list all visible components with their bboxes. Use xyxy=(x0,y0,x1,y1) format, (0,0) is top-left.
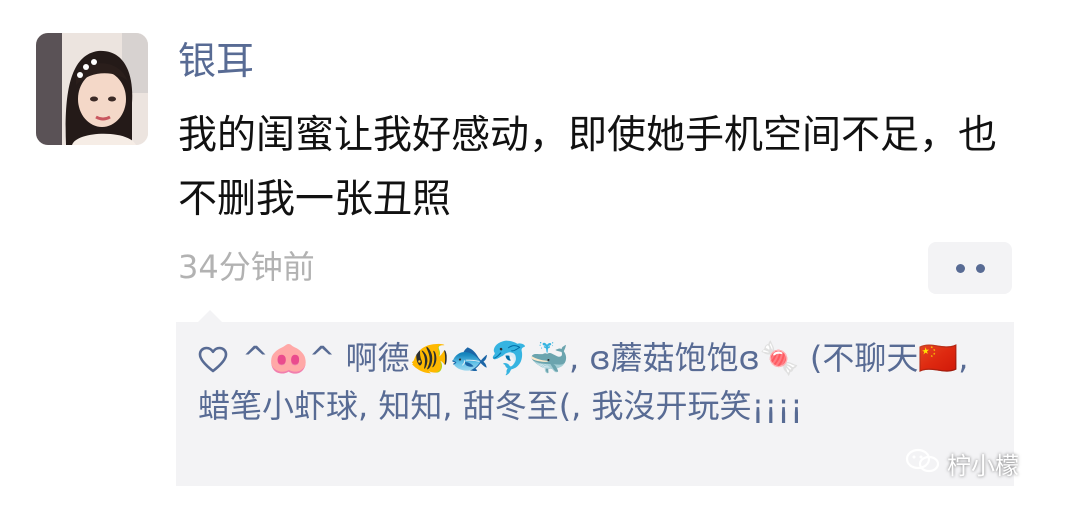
likes-names[interactable]: ^🐽^ 啊德🐠🐟🐬🐳, ɞ蘑菇饱饱ɞ🍬 (不聊天🇨🇳, 蜡笔小虾球, 知知, 甜… xyxy=(198,339,968,425)
more-dots-icon xyxy=(956,264,965,273)
heart-outline-icon xyxy=(198,346,228,374)
likes-content: ^🐽^ 啊德🐠🐟🐬🐳, ɞ蘑菇饱饱ɞ🍬 (不聊天🇨🇳, 蜡笔小虾球, 知知, 甜… xyxy=(198,334,998,430)
wechat-icon xyxy=(905,447,941,487)
likes-panel-caret xyxy=(198,310,222,322)
watermark: 柠小檬 xyxy=(905,446,1019,486)
post-text: 我的闺蜜让我好感动，即使她手机空间不足，也不删我一张丑照 xyxy=(178,113,998,222)
likes-panel: ^🐽^ 啊德🐠🐟🐬🐳, ɞ蘑菇饱饱ɞ🍬 (不聊天🇨🇳, 蜡笔小虾球, 知知, 甜… xyxy=(176,322,1014,486)
user-name[interactable]: 银耳 xyxy=(178,38,254,84)
more-dots-icon-dot xyxy=(976,264,985,273)
post-time: 34分钟前 xyxy=(178,248,315,286)
avatar[interactable] xyxy=(36,33,148,145)
watermark-text: 柠小檬 xyxy=(947,452,1019,480)
avatar-photo xyxy=(36,33,148,145)
more-button[interactable] xyxy=(928,242,1012,294)
